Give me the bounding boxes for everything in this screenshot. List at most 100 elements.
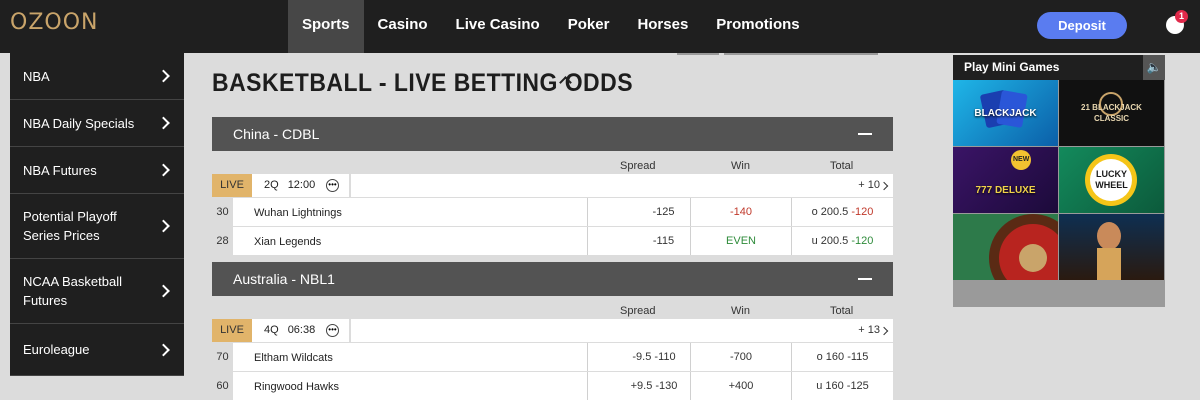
total-line: u 200.5 [811,235,849,247]
spread-odds: -125 [652,206,675,218]
game-period: 2Q [264,179,279,191]
sidebar-item-label: NCAA Basketball Futures [23,274,122,308]
collapse-icon[interactable] [858,278,872,280]
spread-odds: -130 [655,380,678,392]
rotation-number: 28 [212,227,233,255]
collapse-icon[interactable] [858,133,872,135]
total-odds-button[interactable]: u 160 -125 [791,372,893,400]
column-header-win: Win [731,305,750,317]
more-markets-link[interactable]: + 10 [858,179,880,191]
sound-toggle-icon[interactable]: 🔈 [1143,55,1165,80]
sports-sidebar: NBA NBA Daily Specials NBA Futures Poten… [10,53,184,376]
spread-odds: -115 [652,235,675,247]
moneyline-button[interactable]: -140 [690,198,791,226]
team-name: Xian Legends [254,236,322,248]
sidebar-item-euroleague[interactable]: Euroleague [10,324,184,376]
nav-sports[interactable]: Sports [288,0,364,53]
sidebar-item-playoff-series[interactable]: Potential Playoff Series Prices [10,194,184,259]
game-status-bar: LIVE 4Q 06:38 ••• + 13 [212,319,893,342]
total-line: o 200.5 [811,206,849,218]
slots-777-icon [1011,150,1031,170]
chevron-right-icon [157,69,170,83]
tab-divider [724,53,878,55]
sidebar-item-label: NBA Daily Specials [23,115,135,131]
game-clock: 4Q 06:38 [264,324,324,336]
sidebar-item-ncaa-basketball-futures[interactable]: NCAA Basketball Futures [10,259,184,324]
more-options-icon[interactable]: ••• [326,179,339,192]
moneyline-button[interactable]: EVEN [690,227,791,255]
league-header-china-cdbl[interactable]: China - CDBL [212,117,893,151]
live-badge: LIVE [212,174,252,197]
team-row: 30 Wuhan Lightnings -125 -140 o 200.5 -1… [212,198,893,226]
total-odds: -125 [846,380,869,392]
chevron-right-icon [157,343,170,356]
game-tile-roulette[interactable] [953,214,1058,280]
chevron-right-icon [157,163,170,177]
league-name: Australia - NBL1 [233,271,335,287]
spread-odds-button[interactable]: -9.5 -110 [587,343,690,371]
nav-live-casino[interactable]: Live Casino [442,0,554,53]
more-options-icon[interactable]: ••• [326,324,339,337]
game-clock: 2Q 12:00 [264,179,324,191]
game-tile-blackjack[interactable]: BLACKJACK [953,80,1058,146]
team-name: Wuhan Lightnings [254,207,342,219]
game-period: 4Q [264,324,279,336]
notification-badge: 1 [1175,10,1188,23]
spread-line: -9.5 [632,351,652,363]
league-name: China - CDBL [233,126,320,142]
game-tile-label: BLACKJACK [974,107,1037,119]
game-time: 12:00 [287,179,316,191]
sidebar-item-nba[interactable]: NBA [10,53,184,100]
spread-odds-button[interactable]: +9.5 -130 [587,372,690,400]
chevron-right-icon [157,284,170,298]
sidebar-item-label: Euroleague [23,342,90,357]
account-button[interactable]: 1 [1164,10,1188,36]
total-odds-button[interactable]: o 160 -115 [791,343,893,371]
game-tile-blackjack-classic[interactable]: 21 BLACKJACK CLASSIC [1059,80,1164,146]
spread-odds: -110 [654,351,676,363]
column-header-win: Win [731,160,750,172]
game-tile-label: 777 DELUXE [975,184,1036,196]
mini-games-title: Play Mini Games [953,55,1165,80]
column-header-spread: Spread [620,160,656,172]
sidebar-item-label: Potential Playoff Series Prices [23,209,117,243]
team-row: 70 Eltham Wildcats -9.5 -110 -700 o 160 … [212,343,893,371]
moneyline-button[interactable]: -700 [690,343,791,371]
column-header-spread: Spread [620,305,656,317]
nav-horses[interactable]: Horses [623,0,702,53]
game-tile-label: LUCKY WHEEL [1095,169,1128,190]
team-row: 28 Xian Legends -115 EVEN u 200.5 -120 [212,227,893,255]
sidebar-item-nba-daily-specials[interactable]: NBA Daily Specials [10,100,184,147]
divider [349,174,351,197]
chevron-right-icon[interactable] [879,326,889,336]
chevron-right-icon [157,219,170,233]
column-header-total: Total [830,160,854,172]
rotation-number: 30 [212,198,233,226]
game-tile-777-deluxe[interactable]: NEW 777 DELUXE [953,147,1058,213]
total-odds: -120 [851,235,874,247]
nav-promotions[interactable]: Promotions [702,0,813,53]
site-logo[interactable]: OZOON [10,10,98,35]
total-line: o 160 [816,351,845,363]
spread-odds-button[interactable]: -115 [587,227,690,255]
total-odds-button[interactable]: o 200.5 -120 [791,198,893,226]
team-name: Eltham Wildcats [254,352,333,364]
column-header-total: Total [830,305,854,317]
moneyline-button[interactable]: +400 [690,372,791,400]
nav-casino[interactable]: Casino [364,0,442,53]
spread-odds-button[interactable]: -125 [587,198,690,226]
league-header-australia-nbl1[interactable]: Australia - NBL1 [212,262,893,296]
game-tile-lucky-wheel[interactable]: LUCKY WHEEL [1059,147,1164,213]
deposit-button[interactable]: Deposit [1037,12,1127,39]
total-odds-button[interactable]: u 200.5 -120 [791,227,893,255]
game-status-bar: LIVE 2Q 12:00 ••• + 10 [212,174,893,197]
total-odds: -120 [851,206,874,218]
chevron-right-icon[interactable] [879,181,889,191]
sidebar-item-nba-futures[interactable]: NBA Futures [10,147,184,194]
nav-poker[interactable]: Poker [554,0,624,53]
spread-line: +9.5 [630,380,653,392]
chevron-right-icon [157,116,170,130]
more-markets-link[interactable]: + 13 [858,324,880,336]
game-tile-egyptian-slot[interactable] [1059,214,1164,280]
divider [349,319,351,342]
